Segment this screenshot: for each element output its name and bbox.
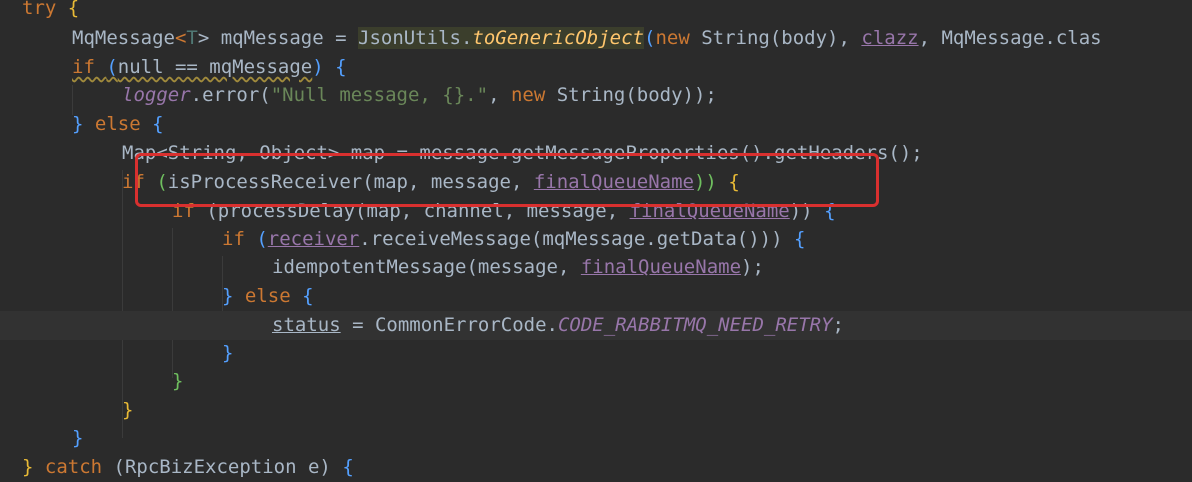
code-line[interactable]: if (receiver.receiveMessage(mqMessage.ge… [222, 225, 1192, 254]
paren: ( [644, 27, 656, 49]
brace: { [793, 228, 806, 250]
code-text: .error( [190, 84, 271, 106]
class-ref: JsonUtils. [358, 27, 473, 49]
type-name: MqMessage [72, 27, 175, 49]
highlight-box [135, 153, 879, 207]
code-line[interactable]: } [72, 424, 1192, 453]
brace: } [22, 456, 45, 478]
brace: } [72, 427, 84, 449]
code-text: (RpcBizException e) [113, 456, 343, 478]
code-line[interactable]: try { [22, 0, 1192, 23]
brace: } [72, 113, 95, 135]
type-param: T [186, 27, 198, 49]
code-editor[interactable]: try { MqMessage<T> mqMessage = JsonUtils… [0, 0, 1192, 480]
brace: } [172, 370, 184, 392]
brace: { [342, 456, 354, 478]
string-literal: "Null message, {}." [270, 84, 489, 106]
code-line[interactable]: idempotentMessage(message, finalQueueNam… [272, 253, 1192, 282]
code-line[interactable]: } [122, 396, 1192, 425]
keyword-new: new [655, 27, 702, 49]
brace: } [222, 285, 245, 307]
keyword-if: if [222, 228, 257, 250]
paren: ( [106, 56, 118, 78]
paren: ) [312, 56, 336, 78]
code-text: .receiveMessage(mqMessage.getData())) [359, 228, 794, 250]
brace: } [122, 399, 134, 421]
logger-field: logger [122, 84, 191, 106]
code-text: idempotentMessage(message, [272, 256, 581, 278]
current-code-line[interactable]: status = CommonErrorCode.CODE_RABBITMQ_N… [0, 311, 1192, 340]
code-text: String(body)); [556, 84, 717, 106]
brace: { [335, 56, 347, 78]
code-text: ; [832, 314, 844, 336]
code-line[interactable]: } else { [222, 282, 1192, 311]
keyword-catch: catch [44, 456, 114, 478]
code-line[interactable]: } [222, 339, 1192, 368]
code-line[interactable]: } else { [72, 110, 1192, 139]
code-line[interactable]: } catch (RpcBizException e) { [22, 453, 1192, 482]
code-line[interactable]: } [172, 367, 1192, 396]
keyword-else: else [244, 285, 303, 307]
code-line[interactable]: if (null == mqMessage) { [72, 53, 1192, 82]
indent-guide [172, 228, 173, 378]
field-ref: clazz [861, 27, 919, 49]
brace: { [302, 285, 314, 307]
brace: } [222, 342, 234, 364]
code-text: ); [741, 256, 764, 278]
paren: ( [256, 228, 268, 250]
keyword-try: try [22, 0, 68, 19]
field-ref: receiver [267, 228, 360, 250]
code-line[interactable]: MqMessage<T> mqMessage = JsonUtils.toGen… [72, 24, 1192, 53]
code-line[interactable]: logger.error("Null message, {}.", new St… [122, 81, 1192, 110]
static-method: toGenericObject [472, 27, 644, 49]
constant-ref: CODE_RABBITMQ_NEED_RETRY [557, 314, 833, 336]
code-text: , MqMessage.clas [918, 27, 1102, 49]
brace: { [152, 113, 164, 135]
field-ref: finalQueueName [580, 256, 742, 278]
code-text: String(body), [701, 27, 862, 49]
keyword-new: new [510, 84, 557, 106]
brace: { [67, 0, 80, 19]
status-variable: status [272, 314, 341, 336]
angle-bracket: < [174, 27, 187, 49]
condition: null == mqMessage [117, 56, 313, 78]
keyword-else: else [94, 113, 153, 135]
code-text: , [488, 84, 511, 106]
code-text: = CommonErrorCode. [340, 314, 558, 336]
keyword-if: if [72, 56, 107, 78]
code-text: > mqMessage = [197, 27, 359, 49]
